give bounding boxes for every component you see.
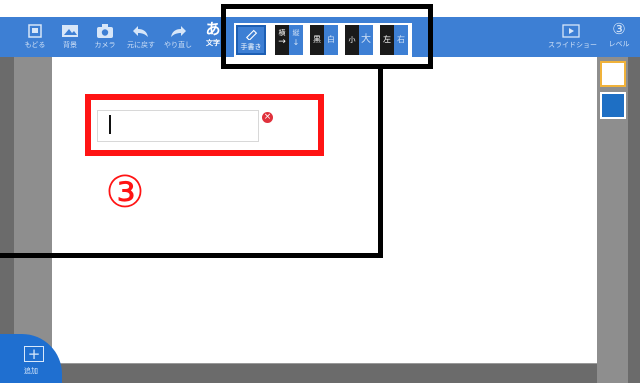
back-icon <box>28 24 42 38</box>
text-icon: あ <box>205 20 221 38</box>
page-thumbnail-blank[interactable] <box>600 61 626 87</box>
step-number-annotation: ③ <box>105 167 145 218</box>
level-label: レベル <box>608 40 630 48</box>
back-button[interactable]: もどる <box>22 17 48 57</box>
background-label: 背景 <box>63 41 77 49</box>
text-label: 文字 <box>206 39 220 47</box>
redo-label: やり直し <box>164 41 192 49</box>
undo-button[interactable]: 元に戻す <box>124 17 158 57</box>
redo-icon <box>171 26 186 37</box>
camera-button[interactable]: カメラ <box>92 17 118 57</box>
text-button[interactable]: あ 文字 <box>203 17 223 57</box>
back-label: もどる <box>24 41 46 49</box>
slideshow-button[interactable]: スライドショー <box>548 17 597 57</box>
slideshow-icon <box>562 24 580 38</box>
slideshow-label: スライドショー <box>548 41 597 49</box>
callout-line-horizontal <box>0 253 383 258</box>
black-highlight-box <box>221 4 433 69</box>
add-label: 追加 <box>24 367 38 375</box>
level-icon: ③ <box>612 20 626 38</box>
camera-icon <box>97 24 113 38</box>
undo-label: 元に戻す <box>127 41 155 49</box>
background-button[interactable]: 背景 <box>58 17 82 57</box>
plus-icon: + <box>24 346 44 362</box>
image-icon <box>62 25 78 37</box>
callout-line-vertical <box>378 69 383 257</box>
level-button[interactable]: ③ レベル <box>604 17 634 57</box>
redo-button[interactable]: やり直し <box>160 17 196 57</box>
page-thumbnail-blue[interactable] <box>600 92 626 119</box>
undo-icon <box>133 26 148 37</box>
red-highlight-box <box>85 94 324 156</box>
camera-label: カメラ <box>94 41 116 49</box>
